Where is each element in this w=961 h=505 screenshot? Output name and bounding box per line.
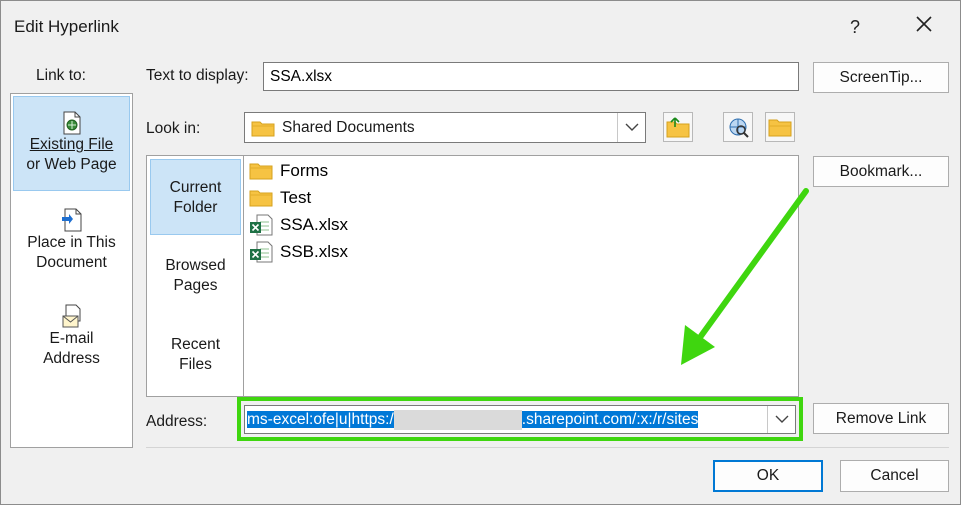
separator xyxy=(146,447,949,448)
nav-browsed-pages[interactable]: Browsed Pages xyxy=(150,238,241,314)
edit-hyperlink-dialog: Edit Hyperlink ? Link to: Existing File … xyxy=(0,0,961,505)
ok-button[interactable]: OK xyxy=(713,460,823,492)
dialog-title: Edit Hyperlink xyxy=(14,17,119,36)
excel-file-icon xyxy=(250,241,273,263)
remove-link-button[interactable]: Remove Link xyxy=(813,403,949,434)
link-to-place-in-document[interactable]: Place in This Document xyxy=(13,201,130,281)
address-value-end: .sharepoint.com/:x:/r/sites xyxy=(521,411,699,428)
address-value-start: ms-excel:ofe|u|https:/ xyxy=(247,411,394,428)
screentip-button[interactable]: ScreenTip... xyxy=(813,62,949,93)
existing-file-line1: Existing File xyxy=(29,136,114,153)
chevron-down-icon xyxy=(775,415,788,423)
up-one-folder-button[interactable] xyxy=(663,112,693,142)
email-line1: E-mail xyxy=(49,330,94,347)
browse-nav-panel: Current Folder Browsed Pages Recent File… xyxy=(146,155,244,397)
nav-current-folder[interactable]: Current Folder xyxy=(150,159,241,235)
address-dropdown[interactable] xyxy=(767,406,795,433)
chevron-down-icon xyxy=(625,123,638,131)
close-button[interactable] xyxy=(910,15,938,39)
address-combo[interactable]: ms-excel:ofe|u|https:/ .sharepoint.com/:x… xyxy=(244,405,796,434)
browse-web-button[interactable] xyxy=(723,112,753,142)
link-to-existing-file[interactable]: Existing File or Web Page xyxy=(13,96,130,191)
existing-file-line2: or Web Page xyxy=(26,156,117,173)
look-in-dropdown[interactable] xyxy=(617,113,645,142)
place-in-document-icon xyxy=(13,207,130,233)
link-to-label: Link to: xyxy=(36,67,86,84)
nav-browsed-pages-line1: Browsed xyxy=(165,257,226,274)
nav-recent-files[interactable]: Recent Files xyxy=(150,318,241,394)
annotation-arrow xyxy=(681,188,809,365)
address-input[interactable]: ms-excel:ofe|u|https:/ .sharepoint.com/:x… xyxy=(247,409,699,430)
up-one-folder-icon xyxy=(666,117,690,138)
nav-current-folder-line1: Current xyxy=(169,179,222,196)
close-icon xyxy=(916,16,932,32)
existing-file-icon xyxy=(14,111,129,135)
cancel-button[interactable]: Cancel xyxy=(840,460,949,492)
text-to-display-label: Text to display: xyxy=(146,67,249,84)
bookmark-button[interactable]: Bookmark... xyxy=(813,156,949,187)
browse-web-icon xyxy=(729,118,749,138)
nav-recent-files-line1: Recent xyxy=(170,336,221,353)
list-item[interactable]: Test xyxy=(249,186,311,210)
browse-file-button[interactable] xyxy=(765,112,795,142)
link-to-panel: Existing File or Web Page Place in This … xyxy=(10,93,133,448)
place-in-document-line2: Document xyxy=(36,254,107,271)
address-label: Address: xyxy=(146,413,208,430)
link-to-email-address[interactable]: E-mail Address xyxy=(13,299,130,379)
email-line2: Address xyxy=(43,350,100,367)
folder-icon xyxy=(249,163,273,180)
look-in-folder-icon xyxy=(251,119,275,142)
list-item[interactable]: Forms xyxy=(249,159,328,183)
place-in-document-line1: Place in This xyxy=(27,234,116,251)
redacted-region xyxy=(393,409,522,430)
look-in-combo[interactable]: Shared Documents xyxy=(244,112,646,143)
list-item[interactable]: SSA.xlsx xyxy=(249,213,348,237)
nav-browsed-pages-line2: Pages xyxy=(173,277,218,294)
folder-icon xyxy=(249,190,273,207)
look-in-value: Shared Documents xyxy=(282,119,415,136)
browse-file-icon xyxy=(768,119,792,137)
excel-file-icon xyxy=(250,214,273,236)
text-to-display-input[interactable]: SSA.xlsx xyxy=(263,62,799,91)
look-in-label: Look in: xyxy=(146,120,201,137)
help-button[interactable]: ? xyxy=(841,15,869,39)
list-item[interactable]: SSB.xlsx xyxy=(249,240,348,264)
email-icon xyxy=(13,303,130,329)
nav-recent-files-line2: Files xyxy=(179,356,212,373)
nav-current-folder-line2: Folder xyxy=(173,199,218,216)
